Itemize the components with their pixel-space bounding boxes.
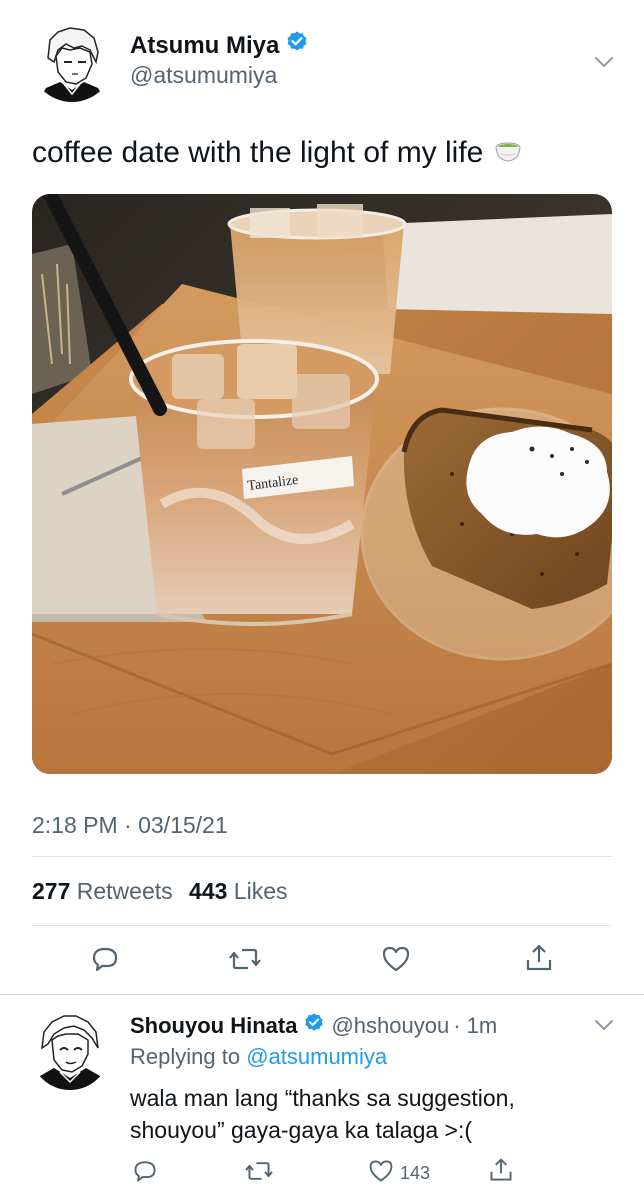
author-name-row[interactable]: Atsumu Miya <box>130 30 309 61</box>
tweet-text-row: coffee date with the light of my life <box>32 134 523 172</box>
reply-author-avatar[interactable] <box>30 1010 110 1090</box>
reply-like-button[interactable]: 143 <box>368 1158 430 1189</box>
reply-retweet-button[interactable] <box>244 1158 274 1189</box>
share-icon <box>488 1156 514 1189</box>
reply-author-row[interactable]: Shouyou Hinata @hshouyou · 1m <box>130 1012 497 1040</box>
replying-to-link[interactable]: @atsumumiya <box>246 1044 387 1069</box>
divider <box>32 925 612 926</box>
author-avatar[interactable] <box>30 18 114 102</box>
reply-time[interactable]: · 1m <box>453 1013 497 1039</box>
replying-to-line: Replying to @atsumumiya <box>130 1044 387 1070</box>
verified-badge-icon <box>285 30 309 61</box>
author-handle[interactable]: @atsumumiya <box>130 62 277 89</box>
reply-reply-button[interactable] <box>132 1158 158 1189</box>
section-separator <box>0 994 644 995</box>
retweet-icon <box>244 1158 274 1189</box>
retweet-label[interactable]: Retweets <box>77 878 173 904</box>
chevron-down-icon[interactable] <box>594 55 614 69</box>
share-button[interactable] <box>524 942 554 979</box>
reply-author-handle[interactable]: @hshouyou <box>331 1013 449 1039</box>
like-label[interactable]: Likes <box>234 878 288 904</box>
retweet-button[interactable] <box>228 944 262 979</box>
reply-button[interactable] <box>90 944 120 979</box>
reply-like-count: 143 <box>400 1163 431 1183</box>
heart-icon <box>381 944 411 979</box>
divider <box>32 856 612 857</box>
retweet-count[interactable]: 277 <box>32 878 70 904</box>
tweet-text: coffee date with the light of my life <box>32 136 484 169</box>
chevron-down-icon[interactable] <box>594 1018 614 1032</box>
reply-author-name[interactable]: Shouyou Hinata <box>130 1013 297 1039</box>
retweet-icon <box>228 944 262 979</box>
reply-icon <box>132 1158 158 1189</box>
heart-icon <box>368 1158 394 1189</box>
author-name[interactable]: Atsumu Miya <box>130 32 279 60</box>
reply-icon <box>90 944 120 979</box>
verified-badge-icon <box>303 1012 325 1040</box>
reply-share-button[interactable] <box>488 1156 514 1189</box>
like-button[interactable] <box>381 944 411 979</box>
like-count[interactable]: 443 <box>189 878 227 904</box>
teacup-emoji-icon <box>493 134 523 172</box>
share-icon <box>524 942 554 979</box>
tweet-timestamp[interactable]: 2:18 PM · 03/15/21 <box>32 812 228 839</box>
tweet-stats: 277 Retweets 443 Likes <box>32 878 288 905</box>
replying-to-prefix: Replying to <box>130 1044 241 1069</box>
reply-text: wala man lang “thanks sa suggestion, sho… <box>130 1085 515 1143</box>
tweet-photo[interactable]: Tantalize <box>32 194 612 774</box>
